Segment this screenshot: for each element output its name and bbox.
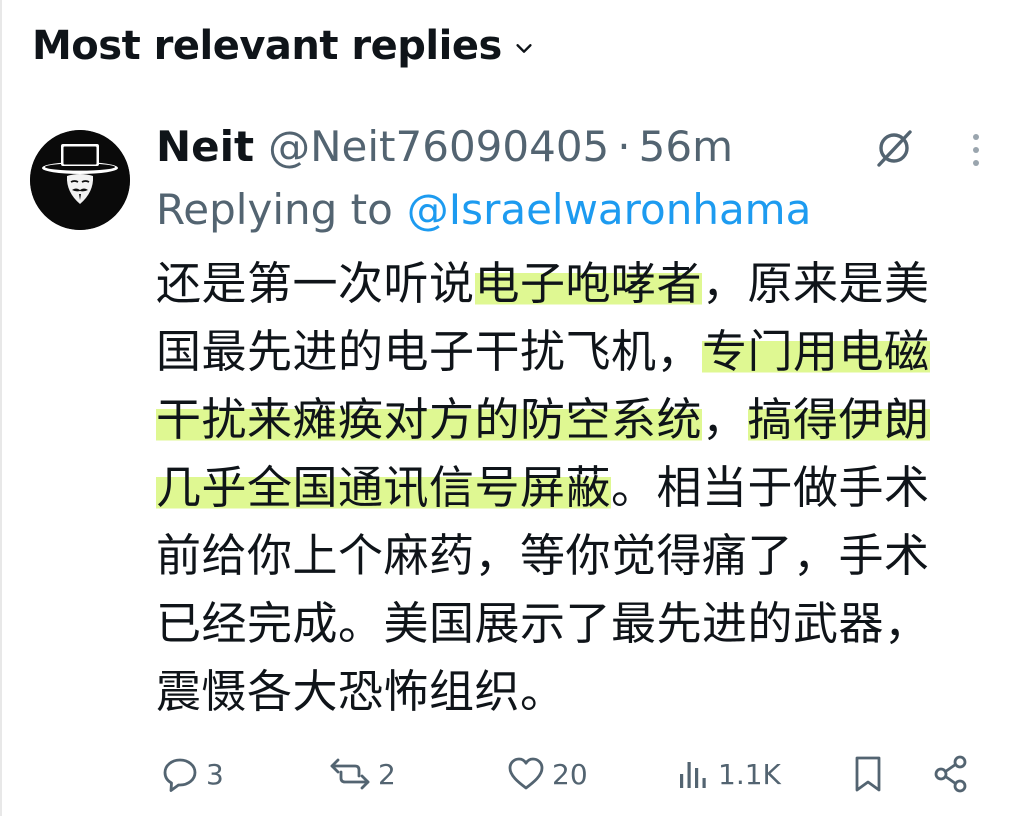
avatar[interactable] bbox=[30, 130, 130, 230]
separator-dot: · bbox=[617, 121, 631, 171]
like-button[interactable]: 20 bbox=[506, 748, 588, 800]
tweet-text-line: 还是第一次听说电子咆哮者，原来是美 bbox=[156, 250, 996, 318]
text-segment: 震慑各大恐怖组织。 bbox=[156, 665, 566, 718]
avatar-image bbox=[30, 130, 130, 230]
reply-count: 3 bbox=[206, 757, 224, 791]
tweet-text-line: 几乎全国通讯信号屏蔽。相当于做手术 bbox=[156, 454, 996, 522]
replying-to-label: Replying to bbox=[156, 184, 393, 234]
repost-icon bbox=[330, 758, 370, 790]
views-icon bbox=[680, 762, 706, 788]
reply-icon bbox=[163, 758, 197, 792]
tweet-actions-bar: 3 2 20 1.1K bbox=[156, 748, 986, 800]
heart-icon bbox=[508, 757, 544, 790]
replying-to-handle-link[interactable]: @Israelwaronhama bbox=[407, 185, 812, 234]
replying-to: Replying to @Israelwaronhama bbox=[156, 180, 811, 238]
text-segment: 还是第一次听说 bbox=[156, 257, 475, 310]
author-handle[interactable]: @Neit76090405 bbox=[268, 122, 609, 171]
highlighted-text: 电子咆哮者 bbox=[474, 257, 703, 310]
text-segment: 国最先进的电子干扰飞机， bbox=[156, 325, 703, 378]
views-button[interactable]: 1.1K bbox=[676, 748, 781, 800]
highlighted-text: 几乎全国通讯信号屏蔽 bbox=[156, 461, 612, 514]
tweet-text-line: 已经完成。美国展示了最先进的武器， bbox=[156, 590, 996, 658]
highlighted-text: 搞得伊朗 bbox=[747, 393, 930, 446]
tweet-text-line: 震慑各大恐怖组织。 bbox=[156, 658, 996, 726]
like-count: 20 bbox=[552, 757, 588, 791]
text-segment: 已经完成。美国展示了最先进的武器， bbox=[156, 597, 930, 650]
text-segment: 前给你上个麻药，等你觉得痛了，手术 bbox=[156, 529, 930, 582]
text-segment: ， bbox=[702, 393, 748, 446]
highlighted-text: 专门用电磁 bbox=[702, 325, 930, 378]
author-display-name[interactable]: Neit bbox=[156, 122, 254, 171]
replies-sort-title: Most relevant replies bbox=[32, 23, 502, 69]
replies-sort-header[interactable]: Most relevant replies bbox=[32, 14, 536, 78]
chevron-down-icon[interactable] bbox=[512, 36, 536, 60]
bookmark-button[interactable] bbox=[850, 748, 886, 800]
reply-button[interactable]: 3 bbox=[160, 748, 224, 800]
repost-button[interactable]: 2 bbox=[328, 748, 396, 800]
timestamp[interactable]: 56m bbox=[639, 122, 733, 171]
views-count: 1.1K bbox=[718, 757, 781, 791]
highlighted-text: 干扰来瘫痪对方的防空系统 bbox=[156, 393, 703, 446]
repost-count: 2 bbox=[378, 757, 396, 791]
grok-icon[interactable] bbox=[870, 124, 918, 172]
tweet-text-line: 前给你上个麻药，等你觉得痛了，手术 bbox=[156, 522, 996, 590]
tweet-text-line: 干扰来瘫痪对方的防空系统，搞得伊朗 bbox=[156, 386, 996, 454]
text-segment: ，原来是美 bbox=[702, 257, 930, 310]
tweet-text: 还是第一次听说电子咆哮者，原来是美 国最先进的电子干扰飞机，专门用电磁 干扰来瘫… bbox=[156, 250, 996, 726]
tweet-text-line: 国最先进的电子干扰飞机，专门用电磁 bbox=[156, 318, 996, 386]
share-icon bbox=[934, 755, 967, 793]
tweet-header: Neit @Neit76090405 · 56m bbox=[156, 118, 733, 174]
more-vertical-icon[interactable] bbox=[962, 130, 990, 170]
left-border bbox=[0, 0, 2, 816]
text-segment: 。相当于做手术 bbox=[611, 461, 930, 514]
share-button[interactable] bbox=[930, 748, 972, 800]
bookmark-icon bbox=[855, 756, 881, 792]
